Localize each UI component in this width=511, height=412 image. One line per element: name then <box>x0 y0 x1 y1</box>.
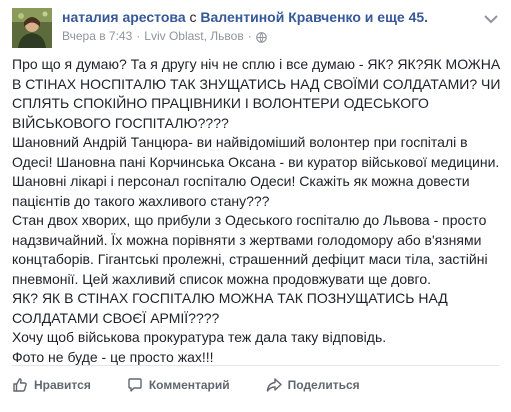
comment-button[interactable]: Комментарий <box>127 377 230 393</box>
post-paragraph: Шановний Андрій Танцюра- ви найвідоміший… <box>12 134 500 209</box>
meta-separator-2: · <box>247 29 252 43</box>
post-author-name[interactable]: наталия арестова <box>62 9 186 25</box>
comment-icon <box>127 377 143 393</box>
avatar[interactable] <box>12 8 52 48</box>
chevron-down-icon[interactable] <box>481 12 501 26</box>
post-actions-bar: Нравится Комментарий Поделиться <box>12 370 499 400</box>
share-button[interactable]: Поделиться <box>266 377 360 393</box>
with-prefix: с <box>189 9 197 25</box>
post-paragraph: ЯК? ЯК В СТІНАХ ГОСПІТАЛЮ МОЖНА ТАК ПОЗН… <box>12 290 448 326</box>
like-button[interactable]: Нравится <box>12 377 91 393</box>
globe-icon[interactable] <box>255 31 267 43</box>
post-paragraph: Хочу щоб військова прокуратура теж дала … <box>12 329 387 345</box>
post-header: наталия арестова с Валентиной Кравченко … <box>12 8 501 48</box>
post-author-line: наталия арестова с Валентиной Кравченко … <box>62 8 471 26</box>
post-paragraph: Про що я думаю? Та я другу ніч не сплю і… <box>12 56 501 131</box>
tagged-person-link[interactable]: Валентиной Кравченко <box>200 9 361 25</box>
post-header-text: наталия арестова с Валентиной Кравченко … <box>62 8 471 44</box>
post-paragraph: Стан двох хворих, що прибули з Одеського… <box>12 212 488 287</box>
meta-separator: · <box>136 29 141 43</box>
tagged-others-link[interactable]: и еще 45. <box>365 9 428 25</box>
post-body: Про що я думаю? Та я другу ніч не сплю і… <box>12 55 502 367</box>
thumbs-up-icon <box>12 377 28 393</box>
post-timestamp[interactable]: Вчера в 7:43 <box>62 28 132 44</box>
share-icon <box>266 377 282 393</box>
share-label: Поделиться <box>287 378 360 392</box>
post-meta: Вчера в 7:43 · Lviv Oblast, Львов · <box>62 28 471 44</box>
like-label: Нравится <box>34 378 91 392</box>
post-location[interactable]: Lviv Oblast, Львов <box>144 28 243 44</box>
facebook-post: наталия арестова с Валентиной Кравченко … <box>0 0 511 412</box>
comment-label: Комментарий <box>148 378 230 392</box>
actions-divider <box>12 365 499 366</box>
